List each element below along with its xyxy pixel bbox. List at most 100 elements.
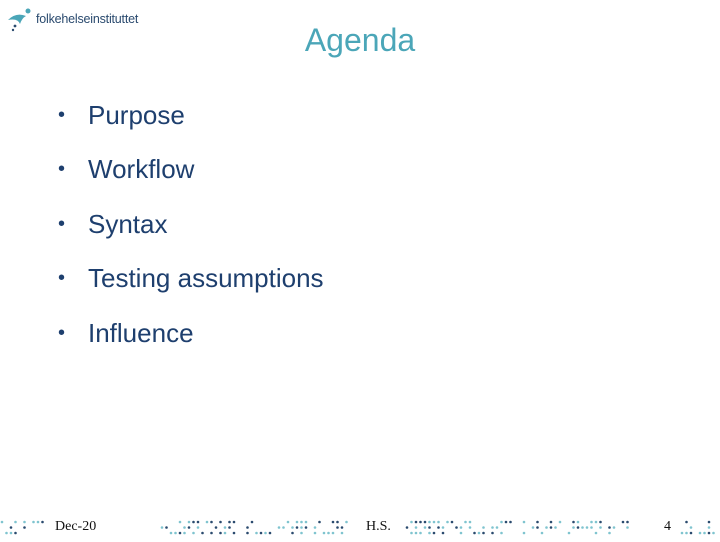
dot	[340, 531, 344, 535]
agenda-item-text: Syntax	[88, 208, 168, 239]
dot	[331, 531, 335, 535]
dot	[219, 520, 222, 524]
dot	[531, 526, 535, 529]
dot	[210, 531, 213, 535]
dot	[250, 520, 254, 524]
dot	[327, 531, 330, 535]
dot	[187, 526, 191, 529]
dot	[192, 520, 195, 524]
dot	[295, 526, 299, 529]
dot	[441, 531, 445, 535]
dot	[594, 531, 598, 535]
dot	[590, 526, 593, 529]
dot	[313, 526, 317, 529]
dot	[482, 526, 485, 529]
dot	[187, 520, 191, 524]
dot	[522, 531, 526, 535]
agenda-item-text: Influence	[88, 317, 194, 348]
dot	[549, 526, 553, 529]
dot	[331, 520, 335, 524]
dot	[160, 526, 164, 529]
dot	[495, 526, 499, 529]
agenda-item-text: Testing assumptions	[88, 263, 324, 294]
dot	[500, 531, 503, 535]
dot	[549, 520, 553, 524]
dot	[437, 526, 440, 529]
dot	[291, 531, 294, 535]
dot	[540, 531, 544, 535]
dot	[291, 526, 294, 529]
slide-title: Agenda	[0, 22, 720, 59]
bullet-icon: •	[58, 321, 66, 344]
dot	[223, 531, 227, 535]
dot	[554, 526, 557, 529]
dot	[419, 531, 422, 535]
dot	[300, 531, 303, 535]
dot	[196, 526, 200, 529]
dot	[174, 531, 177, 535]
dot	[482, 531, 485, 535]
dot	[322, 531, 326, 535]
agenda-item-text: Purpose	[88, 99, 185, 130]
bullet-icon: •	[58, 267, 66, 290]
dot	[558, 520, 562, 524]
dot	[214, 526, 218, 529]
dot	[410, 531, 413, 535]
agenda-item: • Purpose	[58, 88, 324, 143]
dot	[581, 526, 584, 529]
dot	[428, 531, 431, 535]
dot	[223, 526, 227, 529]
dot	[685, 531, 688, 535]
dot	[572, 520, 575, 524]
dot	[423, 526, 427, 529]
dot	[468, 520, 472, 524]
dot	[9, 526, 13, 529]
dot	[428, 520, 431, 524]
dot	[707, 531, 711, 535]
dot	[414, 531, 418, 535]
dot	[707, 526, 711, 529]
dot	[500, 520, 503, 524]
dot	[268, 531, 272, 535]
dot	[437, 520, 440, 524]
dot	[599, 520, 602, 524]
dot	[585, 526, 589, 529]
dot	[473, 531, 476, 535]
dot	[295, 520, 299, 524]
dot	[232, 531, 236, 535]
dot	[432, 520, 436, 524]
dot	[165, 526, 168, 529]
dot-pattern-decoration	[160, 520, 348, 535]
dot-pattern-decoration	[680, 520, 715, 535]
dot	[14, 520, 17, 524]
dot	[178, 531, 182, 535]
agenda-item: • Testing assumptions	[58, 252, 324, 307]
dot	[23, 526, 26, 529]
dot	[626, 526, 629, 529]
dot	[300, 520, 303, 524]
dot-pattern-decoration	[405, 520, 629, 535]
dot	[423, 520, 427, 524]
dot	[608, 531, 611, 535]
dot	[23, 520, 26, 524]
dot	[522, 520, 526, 524]
dot	[594, 520, 598, 524]
dot	[410, 520, 413, 524]
dot	[428, 526, 431, 529]
footer-date: Dec-20	[55, 519, 97, 534]
dot	[707, 520, 711, 524]
dot	[277, 526, 281, 529]
dot	[491, 531, 494, 535]
dot	[300, 526, 303, 529]
dot	[282, 526, 285, 529]
dot	[196, 520, 200, 524]
dot	[41, 520, 44, 524]
dot	[259, 531, 263, 535]
dot	[432, 531, 436, 535]
dot	[340, 526, 344, 529]
dot	[536, 526, 539, 529]
dot	[689, 531, 693, 535]
dot	[680, 531, 684, 535]
dot	[455, 526, 458, 529]
agenda-list: • Purpose • Workflow • Syntax • Testing assu…	[58, 88, 324, 361]
